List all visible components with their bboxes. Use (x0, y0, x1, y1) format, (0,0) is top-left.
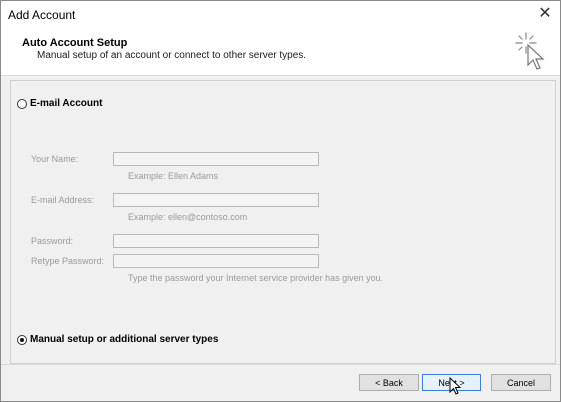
your-name-input[interactable] (113, 152, 319, 166)
close-icon[interactable]: ✕ (536, 5, 554, 23)
password-label: Password: (31, 236, 74, 246)
header-title: Auto Account Setup (22, 37, 128, 49)
cancel-button[interactable]: Cancel (491, 374, 551, 391)
email-address-label: E-mail Address: (31, 195, 95, 205)
email-account-radio[interactable] (17, 98, 27, 109)
email-address-hint: Example: ellen@contoso.com (128, 212, 248, 222)
wizard-cursor-icon (515, 32, 545, 70)
back-button[interactable]: < Back (359, 374, 419, 391)
email-address-input[interactable] (113, 193, 319, 207)
email-account-label: E-mail Account (30, 98, 103, 109)
retype-password-label: Retype Password: (31, 256, 105, 266)
wizard-header: Auto Account Setup Manual setup of an ac… (1, 27, 560, 76)
add-account-dialog: Add Account ✕ Auto Account Setup Manual … (0, 0, 561, 402)
content-panel: E-mail Account Your Name: Example: Ellen… (10, 80, 556, 364)
your-name-label: Your Name: (31, 154, 79, 164)
title-bar: Add Account ✕ (1, 1, 560, 27)
manual-setup-label: Manual setup or additional server types (30, 334, 219, 345)
header-subtitle: Manual setup of an account or connect to… (37, 50, 307, 61)
your-name-hint: Example: Ellen Adams (128, 171, 219, 181)
email-account-option[interactable]: E-mail Account (17, 98, 102, 109)
manual-setup-option[interactable]: Manual setup or additional server types (17, 334, 218, 345)
footer-divider (1, 364, 560, 365)
password-input[interactable] (113, 234, 319, 248)
window-title: Add Account (8, 8, 76, 22)
password-hint: Type the password your Internet service … (128, 273, 384, 283)
retype-password-input[interactable] (113, 254, 319, 268)
manual-setup-radio[interactable] (17, 334, 27, 345)
next-button[interactable]: Next > (422, 374, 481, 391)
